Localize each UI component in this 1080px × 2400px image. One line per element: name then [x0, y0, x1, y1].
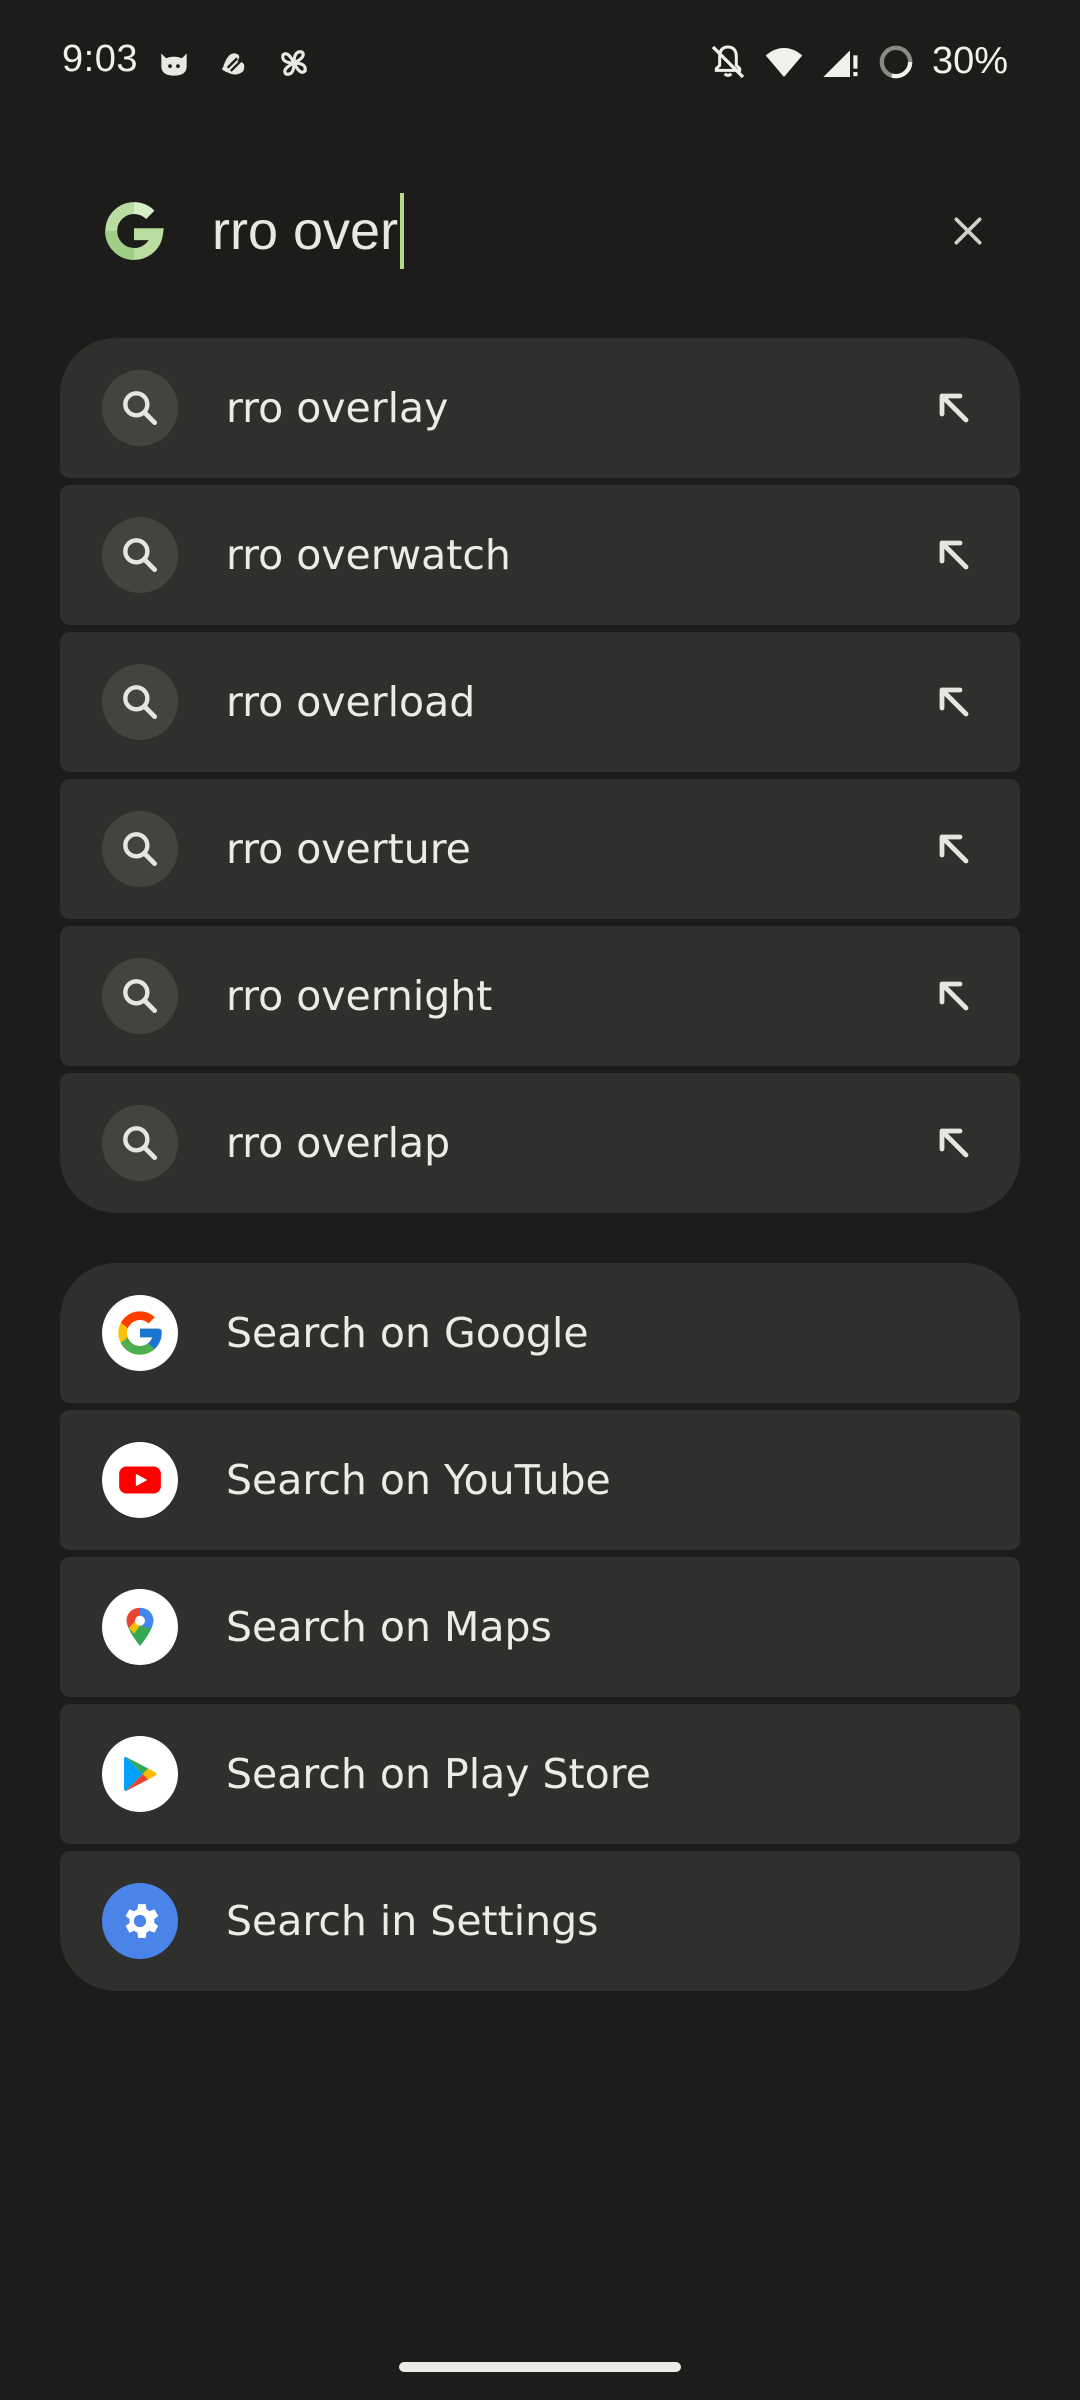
- fill-query-arrow-icon[interactable]: [930, 384, 978, 432]
- search-icon: [102, 811, 178, 887]
- suggestion-item[interactable]: rro overwatch: [60, 485, 1020, 625]
- fabric-app-icon: [222, 53, 245, 75]
- google-icon: [102, 1295, 178, 1371]
- search-input[interactable]: rro over: [212, 193, 405, 269]
- text-caret: [400, 193, 405, 269]
- search-icon: [102, 1105, 178, 1181]
- suggestion-label: rro overwatch: [226, 531, 511, 579]
- search-icon: [102, 958, 178, 1034]
- search-query-text: rro over: [212, 201, 399, 261]
- battery-percentage: 30%: [931, 40, 1008, 82]
- suggestion-item[interactable]: rro overlap: [60, 1073, 1020, 1213]
- search-icon: [102, 664, 178, 740]
- suggestion-list: rro overlay rro overwatch rro overload r…: [60, 338, 1020, 1213]
- search-icon: [102, 517, 178, 593]
- pinwheel-app-icon: [281, 50, 307, 76]
- status-bar: 9:03 30%: [0, 0, 1080, 128]
- status-system-icons: 30%: [708, 40, 1008, 83]
- search-bar: rro over: [60, 175, 1020, 285]
- suggestion-label: rro overlay: [226, 384, 449, 432]
- signal-icon: [823, 49, 858, 77]
- suggestion-item[interactable]: rro overnight: [60, 926, 1020, 1066]
- maps-icon: [102, 1589, 178, 1665]
- wifi-icon: [765, 47, 803, 77]
- search-icon: [102, 370, 178, 446]
- status-time: 9:03: [62, 38, 138, 80]
- clear-search-button[interactable]: [934, 197, 1002, 265]
- settings-gear-icon: [102, 1883, 178, 1959]
- status-notification-icons: [155, 44, 313, 82]
- suggestion-label: rro overture: [226, 825, 471, 873]
- provider-label: Search in Settings: [226, 1897, 599, 1945]
- fill-query-arrow-icon[interactable]: [930, 825, 978, 873]
- google-g-logo-icon[interactable]: [96, 193, 172, 269]
- gesture-navigation-handle[interactable]: [399, 2362, 681, 2372]
- provider-label: Search on Maps: [226, 1603, 552, 1651]
- search-in-settings-item[interactable]: Search in Settings: [60, 1851, 1020, 1991]
- fill-query-arrow-icon[interactable]: [930, 531, 978, 579]
- suggestion-item[interactable]: rro overload: [60, 632, 1020, 772]
- search-provider-list: Search on Google Search on YouTube Searc…: [60, 1263, 1020, 1991]
- search-on-maps-item[interactable]: Search on Maps: [60, 1557, 1020, 1697]
- cat-app-icon: [161, 53, 187, 76]
- fill-query-arrow-icon[interactable]: [930, 678, 978, 726]
- suggestion-label: rro overlap: [226, 1119, 451, 1167]
- notifications-off-icon: [711, 44, 745, 78]
- fill-query-arrow-icon[interactable]: [930, 972, 978, 1020]
- search-on-play-store-item[interactable]: Search on Play Store: [60, 1704, 1020, 1844]
- youtube-icon: [102, 1442, 178, 1518]
- search-on-google-item[interactable]: Search on Google: [60, 1263, 1020, 1403]
- suggestion-item[interactable]: rro overlay: [60, 338, 1020, 478]
- suggestion-item[interactable]: rro overture: [60, 779, 1020, 919]
- suggestion-label: rro overload: [226, 678, 476, 726]
- provider-label: Search on YouTube: [226, 1456, 611, 1504]
- search-on-youtube-item[interactable]: Search on YouTube: [60, 1410, 1020, 1550]
- battery-saver-icon: [879, 45, 913, 78]
- fill-query-arrow-icon[interactable]: [930, 1119, 978, 1167]
- provider-label: Search on Play Store: [226, 1750, 651, 1798]
- close-icon: [954, 217, 982, 245]
- provider-label: Search on Google: [226, 1309, 589, 1357]
- play-store-icon: [102, 1736, 178, 1812]
- suggestion-label: rro overnight: [226, 972, 493, 1020]
